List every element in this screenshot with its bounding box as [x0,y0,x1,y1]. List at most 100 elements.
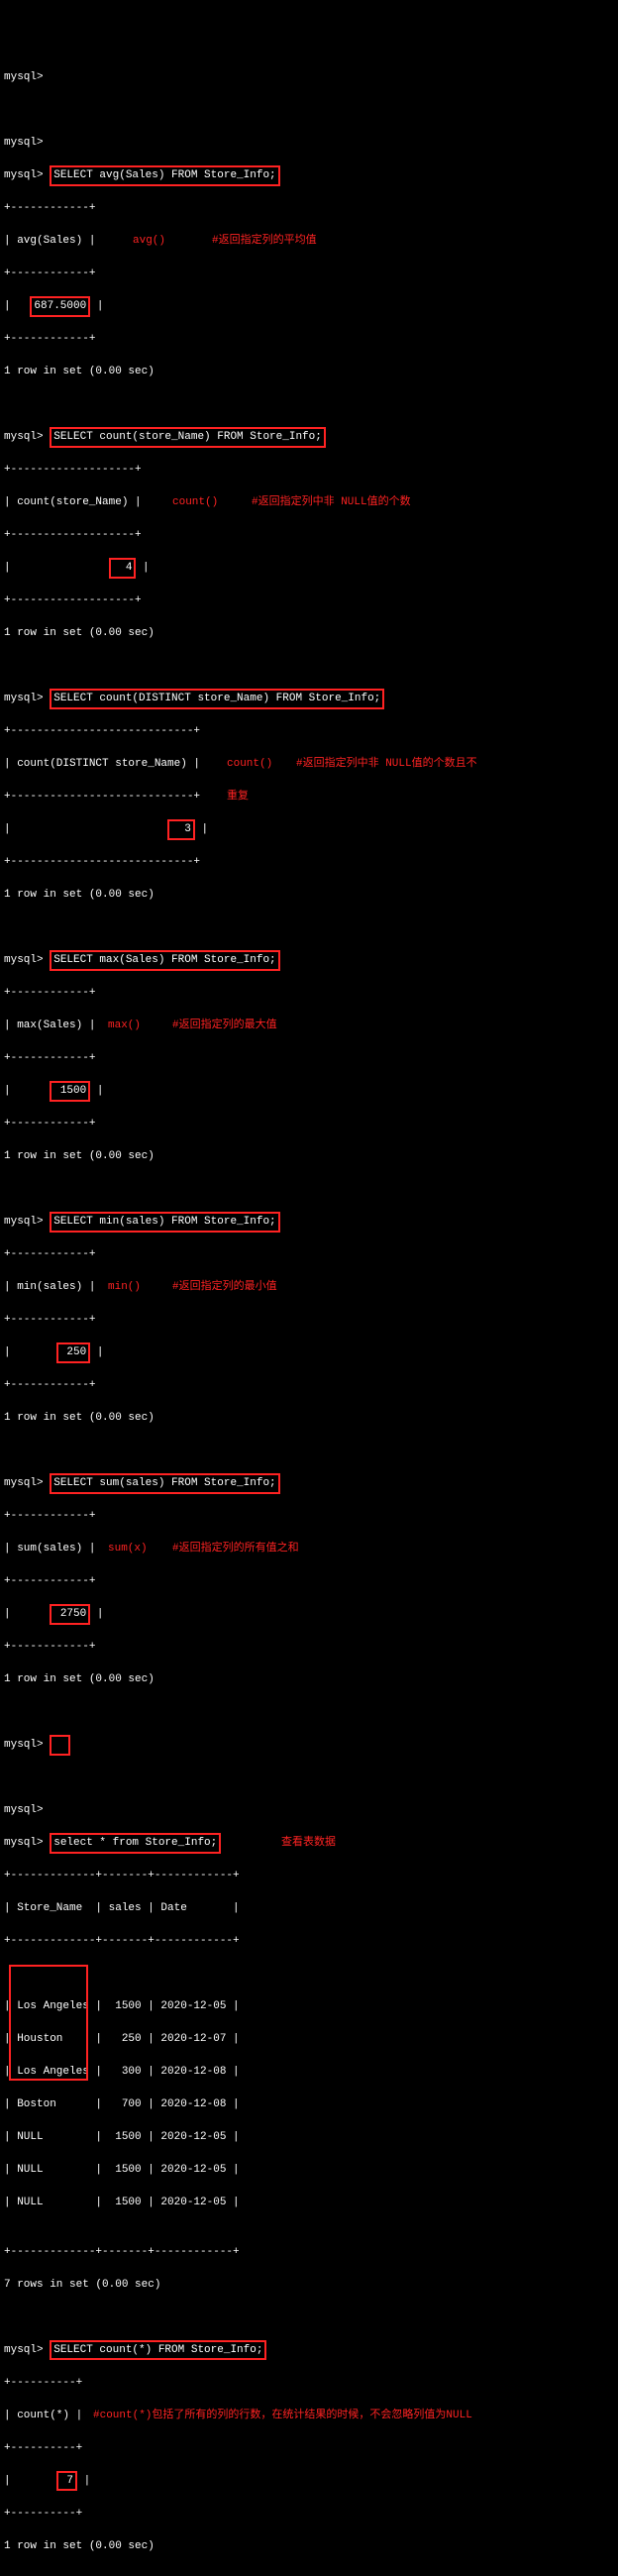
footer: 1 row in set (0.00 sec) [4,2538,614,2555]
border: +------------+ [4,1377,614,1394]
prompt-line: mysql> [4,1802,614,1819]
border: +------------+ [4,266,614,282]
blank [4,919,614,936]
func-annot: sum(x) [108,1541,148,1557]
border: +------------+ [4,1050,614,1067]
table-header: | Store_Name | sales | Date | [4,1900,614,1917]
border: +----------------------------+ [4,854,614,871]
sql-box: SELECT min(sales) FROM Store_Info; [50,1212,279,1233]
prompt-line: mysql> [4,69,614,86]
sql-box: SELECT avg(Sales) FROM Store_Info; [50,165,279,186]
border: +------------+ [4,1573,614,1590]
blank [4,396,614,413]
func-annot: min() [108,1279,141,1296]
query-count-distinct: mysql> SELECT count(DISTINCT store_Name)… [4,691,614,707]
footer: 7 rows in set (0.00 sec) [4,2277,614,2294]
func-annot: count() [227,756,272,773]
func-annot: count() [172,494,218,511]
table-row: | Houston | 250 | 2020-12-07 | [4,2031,614,2048]
value-box: 687.5000 [30,296,90,317]
query-sum: mysql> SELECT sum(sales) FROM Store_Info… [4,1475,614,1492]
table-row: | NULL | 1500 | 2020-12-05 | [4,2162,614,2179]
value-row: | 4 | [4,560,614,577]
border-with-annot: +----------------------------+重复 [4,789,614,805]
query-select-all: mysql> select * from Store_Info;查看表数据 [4,1835,614,1852]
border: +-------------------+ [4,527,614,544]
border: +----------+ [4,2440,614,2457]
comment-annot: #返回指定列中非 NULL值的个数且不 [296,756,477,773]
border: +-------------+-------+------------+ [4,1933,614,1950]
value-box: 4 [109,558,137,579]
comment-annot: #返回指定列的所有值之和 [172,1541,299,1557]
sql-box: SELECT count(DISTINCT store_Name) FROM S… [50,689,384,709]
column-highlight-box [9,1965,88,2081]
sql-box: SELECT count(store_Name) FROM Store_Info… [50,427,326,448]
border: +----------------------------+ [4,723,614,740]
footer: 1 row in set (0.00 sec) [4,887,614,904]
header-count: | count(store_Name) |count()#返回指定列中非 NUL… [4,494,614,511]
blank [4,1770,614,1786]
header-min: | min(sales) |min()#返回指定列的最小值 [4,1279,614,1296]
footer: 1 row in set (0.00 sec) [4,1148,614,1165]
prompt-line: mysql> [4,135,614,152]
footer: 1 row in set (0.00 sec) [4,1410,614,1427]
empty-cursor-box [50,1735,70,1756]
header-avg: | avg(Sales) |avg()#返回指定列的平均值 [4,233,614,250]
sql-box: SELECT sum(sales) FROM Store_Info; [50,1473,279,1494]
blank [4,1704,614,1721]
query-avg: mysql> SELECT avg(Sales) FROM Store_Info… [4,167,614,184]
prompt-line[interactable]: mysql> [4,1737,614,1754]
table-row: | NULL | 1500 | 2020-12-05 | [4,2195,614,2211]
sql-box: SELECT max(Sales) FROM Store_Info; [50,950,279,971]
blank [4,2309,614,2326]
value-row: | 250 | [4,1344,614,1361]
border: +------------+ [4,1116,614,1132]
border: +------------+ [4,200,614,217]
query-min: mysql> SELECT min(sales) FROM Store_Info… [4,1214,614,1231]
value-box: 2750 [50,1604,90,1625]
blank [4,1181,614,1198]
comment-annot: 查看表数据 [281,1835,336,1852]
value-box: 3 [167,819,195,840]
blank [4,102,614,119]
value-box: 250 [56,1342,90,1363]
table-rows-block: | Los Angeles | 1500 | 2020-12-05 | | Ho… [4,1966,614,2227]
border: +------------+ [4,1639,614,1656]
border: +------------+ [4,1508,614,1525]
blank [4,1443,614,1459]
comment-annot: #返回指定列的平均值 [212,233,317,250]
border: +------------+ [4,1246,614,1263]
border: +------------+ [4,331,614,348]
value-row: | 7 | [4,2473,614,2490]
query-max: mysql> SELECT max(Sales) FROM Store_Info… [4,952,614,969]
header-count-star: | count(*) |#count(*)包括了所有的列的行数，在统计结果的时候… [4,2408,614,2424]
border: +-------------+-------+------------+ [4,2244,614,2261]
value-box: 7 [56,2471,77,2492]
border: +----------+ [4,2506,614,2522]
func-annot: avg() [133,233,165,250]
footer: 1 row in set (0.00 sec) [4,625,614,642]
border: +-------------------+ [4,592,614,609]
value-box: 1500 [50,1081,90,1102]
table-row: | NULL | 1500 | 2020-12-05 | [4,2129,614,2146]
comment-annot: #返回指定列中非 NULL值的个数 [252,494,411,511]
border: +------------+ [4,985,614,1002]
table-row: | Los Angeles | 300 | 2020-12-08 | [4,2064,614,2081]
footer: 1 row in set (0.00 sec) [4,1671,614,1688]
table-row: | Los Angeles | 1500 | 2020-12-05 | [4,1998,614,2015]
query-count: mysql> SELECT count(store_Name) FROM Sto… [4,429,614,446]
value-row: | 687.5000 | [4,298,614,315]
header-sum: | sum(sales) |sum(x)#返回指定列的所有值之和 [4,1541,614,1557]
query-count-star: mysql> SELECT count(*) FROM Store_Info; [4,2342,614,2359]
border: +----------+ [4,2375,614,2392]
table-row: | Boston | 700 | 2020-12-08 | [4,2096,614,2113]
value-row: | 1500 | [4,1083,614,1100]
blank [4,2571,614,2576]
border: +-------------+-------+------------+ [4,1868,614,1884]
border: +-------------------+ [4,462,614,479]
header-count-distinct: | count(DISTINCT store_Name) |count()#返回… [4,756,614,773]
sql-box: select * from Store_Info; [50,1833,221,1854]
comment-annot: 重复 [227,789,249,805]
value-row: | 2750 | [4,1606,614,1623]
comment-annot: #返回指定列的最小值 [172,1279,277,1296]
